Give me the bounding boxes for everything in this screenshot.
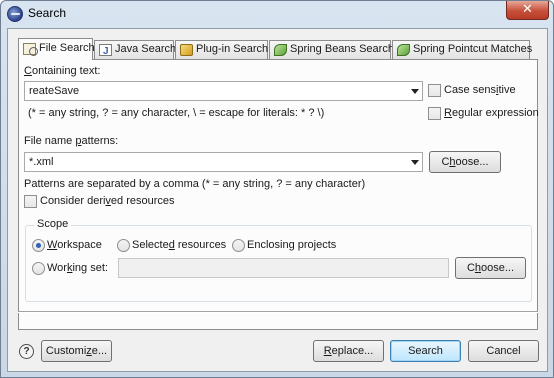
footer-separator	[18, 311, 538, 313]
consider-derived-checkbox[interactable]	[24, 195, 37, 208]
enclosing-projects-label: Enclosing projects	[247, 239, 337, 251]
regular-expression-checkbox[interactable]	[428, 107, 441, 120]
containing-text-label: Containing text:	[24, 65, 101, 77]
dropdown-arrow-icon[interactable]	[411, 89, 419, 94]
tab-label: Plug-in Search	[196, 43, 269, 55]
enclosing-projects-radio[interactable]	[232, 239, 245, 252]
selected-resources-radio[interactable]	[117, 239, 130, 252]
tab-label: Spring Pointcut Matches	[413, 43, 533, 55]
tab-spring-pointcut-matches[interactable]: Spring Pointcut Matches	[392, 40, 533, 59]
tab-label: File Search	[39, 42, 95, 54]
file-search-panel: Containing text: reateSave Case sensitiv…	[18, 59, 539, 330]
working-set-input[interactable]	[118, 258, 449, 278]
scope-group: Scope Workspace Selected resources Enclo…	[25, 218, 532, 302]
working-set-radio[interactable]	[32, 262, 45, 275]
file-patterns-choose-button[interactable]: Choose...	[429, 151, 501, 173]
containing-text-combo[interactable]: reateSave	[24, 81, 423, 101]
window-title: Search	[28, 6, 67, 20]
regular-expression-label: Regular expression	[444, 107, 539, 119]
spring-pointcut-icon	[397, 44, 410, 56]
consider-derived-label: Consider derived resources	[40, 195, 175, 207]
search-button[interactable]: Search	[390, 340, 461, 362]
workspace-radio[interactable]	[32, 239, 45, 252]
containing-text-hint: (* = any string, ? = any character, \ = …	[28, 107, 325, 119]
workspace-label: Workspace	[47, 239, 102, 251]
scope-title: Scope	[34, 218, 72, 230]
file-name-patterns-value: *.xml	[29, 156, 54, 168]
working-set-choose-button[interactable]: Choose...	[455, 257, 526, 279]
replace-button[interactable]: Replace...	[313, 340, 384, 362]
containing-text-value: reateSave	[29, 85, 80, 97]
close-button[interactable]: ✕	[506, 1, 549, 20]
title-bar[interactable]: Search ✕	[1, 1, 553, 27]
file-name-patterns-combo[interactable]: *.xml	[24, 152, 423, 172]
file-name-patterns-label: File name patterns:	[24, 135, 119, 147]
tab-plugin-search[interactable]: Plug-in Search	[175, 40, 268, 59]
spring-beans-icon	[274, 44, 287, 56]
file-patterns-hint: Patterns are separated by a comma (* = a…	[24, 178, 366, 190]
help-icon[interactable]: ?	[19, 344, 34, 359]
cancel-button[interactable]: Cancel	[468, 340, 539, 362]
eclipse-icon	[7, 6, 23, 22]
tab-spring-beans-search[interactable]: Spring Beans Search	[269, 40, 394, 59]
tab-label: Java Search	[115, 43, 177, 55]
plugin-search-icon	[180, 44, 193, 56]
dropdown-arrow-icon[interactable]	[411, 160, 419, 165]
selected-resources-label: Selected resources	[132, 239, 227, 251]
case-sensitive-label: Case sensitive	[444, 84, 516, 96]
tab-label: Spring Beans Search	[290, 43, 394, 55]
file-search-icon	[23, 43, 38, 56]
case-sensitive-checkbox[interactable]	[428, 84, 441, 97]
tab-java-search[interactable]: Java Search	[94, 40, 177, 60]
dialog-body: File Search Java Search Plug-in Search S…	[7, 28, 548, 372]
java-search-icon	[99, 43, 112, 60]
working-set-label: Working set:	[47, 262, 108, 274]
customize-button[interactable]: Customize...	[41, 340, 112, 362]
tab-file-search[interactable]: File Search	[18, 38, 95, 60]
search-dialog: Search ✕ File Search Java Search Plug-in…	[0, 0, 554, 378]
